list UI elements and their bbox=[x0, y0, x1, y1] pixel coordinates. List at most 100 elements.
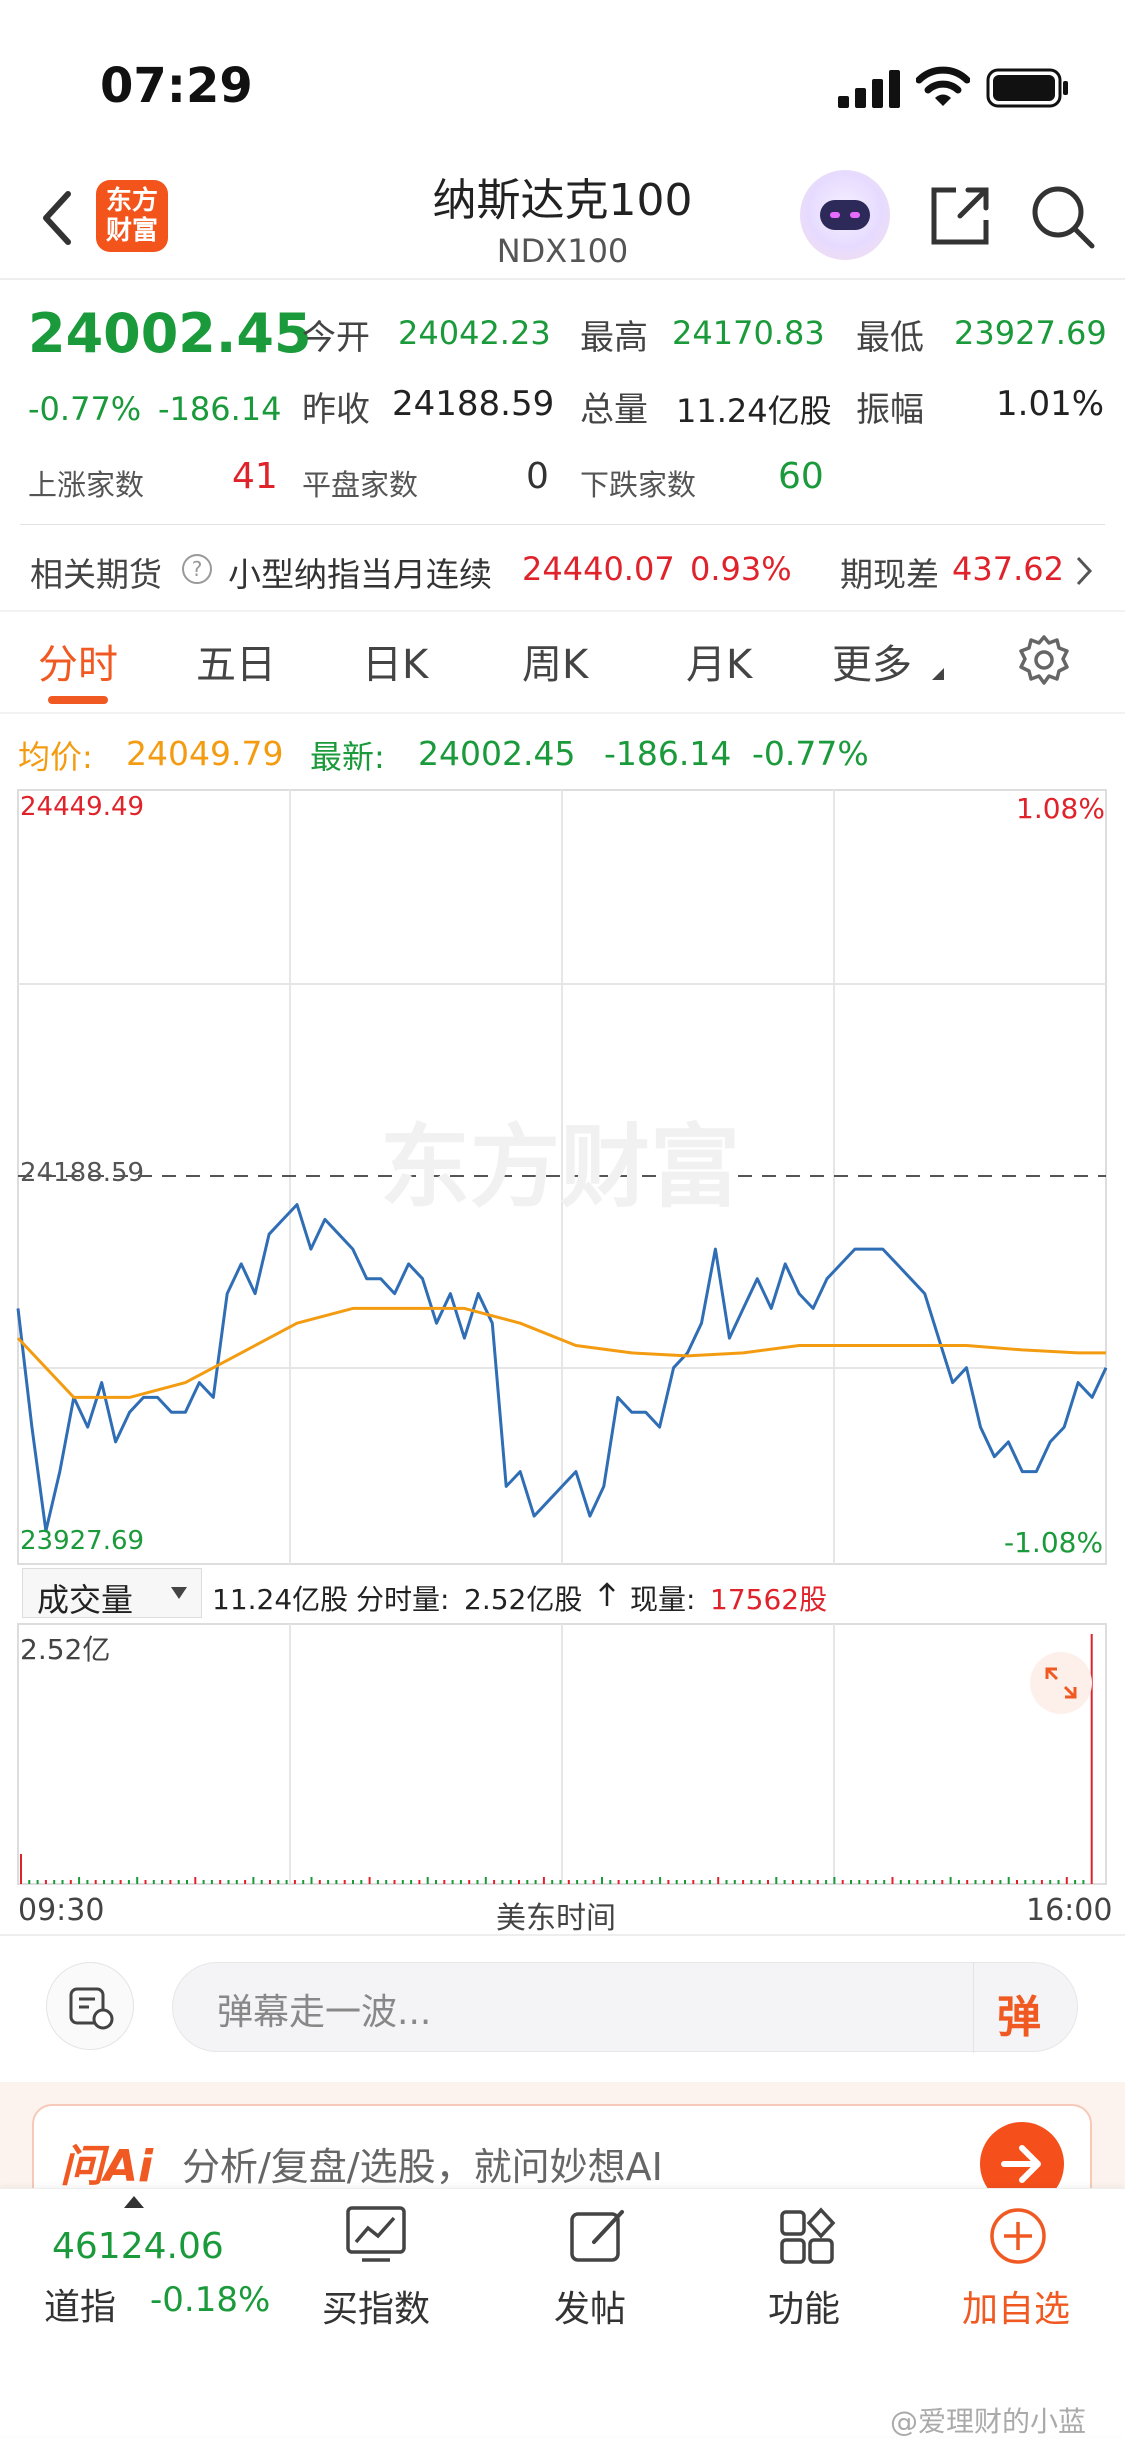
chart-trend-icon bbox=[346, 2206, 406, 2262]
low-value: 23927.69 bbox=[954, 314, 1107, 352]
volume-bar bbox=[551, 1880, 554, 1884]
functions-button[interactable]: 功能 bbox=[758, 2200, 858, 2340]
settings-gear-icon[interactable] bbox=[1018, 634, 1070, 686]
danmu-input[interactable]: 弹幕走一波... 弹 bbox=[172, 1962, 1078, 2053]
volume-bar bbox=[451, 1880, 454, 1884]
volume-bar bbox=[750, 1880, 753, 1884]
volume-bar bbox=[144, 1880, 147, 1884]
volume-bar bbox=[800, 1880, 803, 1884]
amplitude-value: 1.01% bbox=[996, 384, 1105, 424]
volume-bar bbox=[518, 1880, 520, 1884]
x-mid-label: 美东时间 bbox=[496, 1901, 616, 1936]
add-watchlist-label: 加自选 bbox=[962, 2289, 1071, 2330]
price-chart[interactable]: 东方财富 24449.49 24188.59 23927.69 1.08% -1… bbox=[0, 788, 1125, 1568]
unchanged-value: 0 bbox=[526, 456, 549, 497]
volume-bar bbox=[1065, 1877, 1068, 1884]
post-label: 发帖 bbox=[554, 2289, 627, 2330]
volume-bar bbox=[982, 1880, 985, 1884]
ticker-name[interactable]: 道指 bbox=[44, 2278, 116, 2330]
volume-bar bbox=[310, 1877, 313, 1884]
functions-label: 功能 bbox=[768, 2289, 841, 2330]
high-value: 24170.83 bbox=[672, 314, 825, 352]
tab-more[interactable]: 更多 bbox=[832, 632, 912, 690]
decliners-value: 60 bbox=[778, 456, 824, 497]
post-button[interactable]: 发帖 bbox=[548, 2200, 648, 2340]
search-icon[interactable] bbox=[1030, 184, 1096, 250]
danmu-list-button[interactable] bbox=[46, 1962, 134, 2050]
volume-bar bbox=[908, 1880, 911, 1884]
tab-daily-k[interactable]: 日K bbox=[362, 632, 428, 690]
avg-value: 24049.79 bbox=[126, 734, 284, 773]
volume-bar bbox=[933, 1880, 935, 1884]
advancers-label: 上涨家数 bbox=[28, 468, 145, 502]
volume-chart[interactable]: 2.52亿 bbox=[0, 1622, 1125, 1887]
volume-bar bbox=[825, 1880, 828, 1884]
volume-bar bbox=[161, 1880, 164, 1884]
volume-total: 11.24亿股 bbox=[212, 1583, 349, 1616]
volume-bar bbox=[659, 1877, 662, 1884]
volume-label: 总量 bbox=[580, 390, 648, 430]
volume-bar bbox=[119, 1880, 122, 1884]
decliners-label: 下跌家数 bbox=[580, 468, 697, 502]
signal-icon bbox=[838, 70, 900, 108]
volume-bar bbox=[484, 1877, 487, 1884]
volume-bar bbox=[69, 1880, 72, 1884]
volume-bar bbox=[28, 1880, 31, 1884]
avg-label: 均价: bbox=[18, 738, 93, 776]
tab-intraday[interactable]: 分时 bbox=[38, 632, 118, 690]
danmu-send-button[interactable]: 弹 bbox=[993, 1977, 1057, 2043]
divider bbox=[0, 1934, 1125, 1936]
volume-bar bbox=[534, 1880, 537, 1884]
up-arrow-icon bbox=[599, 1582, 615, 1606]
tab-monthly-k[interactable]: 月K bbox=[686, 632, 752, 690]
volume-bar bbox=[343, 1880, 346, 1884]
tab-five-day[interactable]: 五日 bbox=[196, 632, 276, 690]
open-value: 24042.23 bbox=[398, 314, 551, 352]
volume-bar bbox=[767, 1880, 769, 1884]
volume-bar bbox=[210, 1880, 213, 1884]
add-watchlist-button[interactable]: 加自选 bbox=[958, 2200, 1078, 2340]
buy-index-button[interactable]: 买指数 bbox=[316, 2200, 436, 2340]
volume-bar bbox=[1032, 1880, 1035, 1884]
volume-bar bbox=[360, 1880, 363, 1884]
volume-bar bbox=[352, 1880, 354, 1884]
fullscreen-button[interactable] bbox=[1030, 1652, 1092, 1714]
volume-bar bbox=[1040, 1880, 1043, 1884]
wifi-icon bbox=[916, 66, 970, 106]
y-top-label: 24449.49 bbox=[20, 792, 145, 822]
help-icon[interactable]: ? bbox=[180, 552, 214, 586]
volume-bar bbox=[20, 1854, 22, 1884]
volume-bar bbox=[941, 1880, 944, 1884]
chart-watermark: 东方财富 bbox=[380, 1115, 740, 1220]
volume-bar bbox=[136, 1877, 139, 1884]
amplitude-label: 振幅 bbox=[856, 390, 924, 430]
current-price: 24002.45 bbox=[28, 302, 312, 365]
volume-selector[interactable]: 成交量 bbox=[22, 1568, 202, 1619]
ticker-value: 46124.06 bbox=[52, 2226, 224, 2267]
robot-avatar-icon[interactable] bbox=[800, 170, 890, 260]
volume-bar bbox=[667, 1880, 670, 1884]
volume-bar bbox=[1024, 1880, 1027, 1884]
volume-bar bbox=[576, 1880, 579, 1884]
divider bbox=[20, 524, 1105, 525]
volume-bar bbox=[634, 1880, 637, 1884]
tab-weekly-k[interactable]: 周K bbox=[522, 632, 588, 690]
ticker-percent: -0.18% bbox=[150, 2280, 271, 2320]
battery-icon bbox=[986, 68, 1068, 108]
ai-brand: 问Ai bbox=[60, 2141, 154, 2192]
volume-bar bbox=[476, 1880, 479, 1884]
volume-bar bbox=[335, 1880, 338, 1884]
volume-bar bbox=[1057, 1880, 1060, 1884]
volume-bar bbox=[493, 1880, 496, 1884]
volume-bar bbox=[1016, 1880, 1018, 1884]
volume-bar bbox=[293, 1880, 296, 1884]
futures-row[interactable]: 相关期货 ? 小型纳指当月连续 24440.07 0.93% 期现差 437.6… bbox=[0, 530, 1125, 610]
volume-y-max: 2.52亿 bbox=[20, 1633, 111, 1666]
volume-bar bbox=[318, 1880, 321, 1884]
volume-bar bbox=[642, 1880, 645, 1884]
volume-bar bbox=[916, 1880, 919, 1884]
volume-bar bbox=[874, 1880, 877, 1884]
share-icon[interactable] bbox=[928, 184, 992, 248]
volume-bar bbox=[459, 1880, 462, 1884]
grid-apps-icon bbox=[780, 2207, 836, 2264]
